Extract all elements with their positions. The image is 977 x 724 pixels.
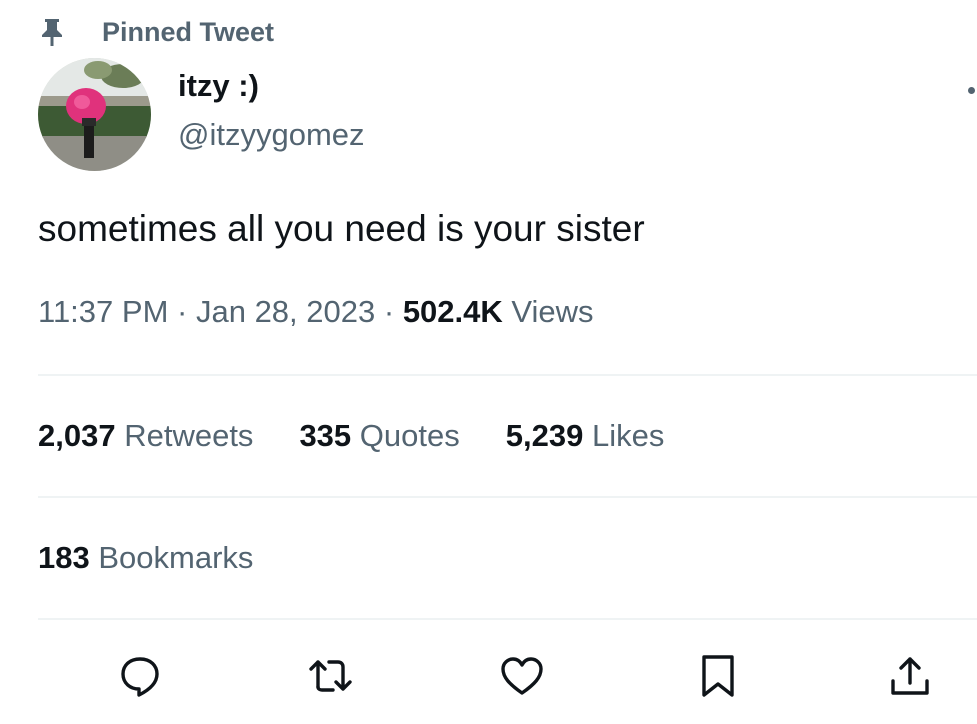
- more-options-icon[interactable]: [968, 87, 975, 94]
- quotes-label: Quotes: [359, 418, 460, 453]
- retweet-icon: [307, 653, 355, 704]
- reply-icon: [117, 653, 163, 704]
- pinned-tweet-label: Pinned Tweet: [102, 16, 275, 47]
- tweet-time[interactable]: 11:37 PM: [38, 294, 168, 329]
- views-count: 502.4K: [402, 294, 503, 329]
- pin-icon: [38, 17, 66, 47]
- like-button[interactable]: [498, 654, 546, 702]
- engagement-stats: 2,037 Retweets 335 Quotes 5,239 Likes: [38, 418, 664, 454]
- tweet-date[interactable]: Jan 28, 2023: [196, 294, 375, 329]
- bookmarks-label: Bookmarks: [98, 540, 254, 575]
- divider: [38, 496, 977, 498]
- pinned-tweet-header: Pinned Tweet: [38, 14, 274, 50]
- bookmark-button[interactable]: [694, 654, 742, 702]
- share-icon: [887, 653, 933, 704]
- likes-label: Likes: [591, 418, 665, 453]
- meta-separator: ·: [177, 294, 188, 329]
- quotes-count: 335: [299, 418, 352, 453]
- meta-separator: ·: [383, 294, 395, 329]
- share-button[interactable]: [886, 654, 934, 702]
- likes-stat[interactable]: 5,239 Likes: [506, 418, 665, 454]
- author-display-name[interactable]: itzy :): [178, 68, 259, 104]
- bookmarks-count: 183: [38, 540, 90, 575]
- retweets-label: Retweets: [124, 418, 254, 453]
- retweets-stat[interactable]: 2,037 Retweets: [38, 418, 253, 454]
- bookmarks-stat[interactable]: 183 Bookmarks: [38, 540, 253, 576]
- divider: [38, 374, 977, 376]
- bookmark-icon: [698, 653, 738, 704]
- like-icon: [499, 653, 545, 704]
- likes-count: 5,239: [505, 418, 584, 453]
- divider: [38, 618, 977, 620]
- retweets-count: 2,037: [38, 418, 116, 453]
- tweet-meta: 11:37 PM · Jan 28, 2023 · 502.4K Views: [38, 294, 594, 330]
- quotes-stat[interactable]: 335 Quotes: [299, 418, 459, 454]
- avatar[interactable]: [38, 58, 151, 171]
- views-label: Views: [511, 294, 594, 329]
- tweet-text: sometimes all you need is your sister: [38, 208, 645, 249]
- reply-button[interactable]: [116, 654, 164, 702]
- author-handle[interactable]: @itzyygomez: [178, 117, 365, 153]
- retweet-button[interactable]: [307, 654, 355, 702]
